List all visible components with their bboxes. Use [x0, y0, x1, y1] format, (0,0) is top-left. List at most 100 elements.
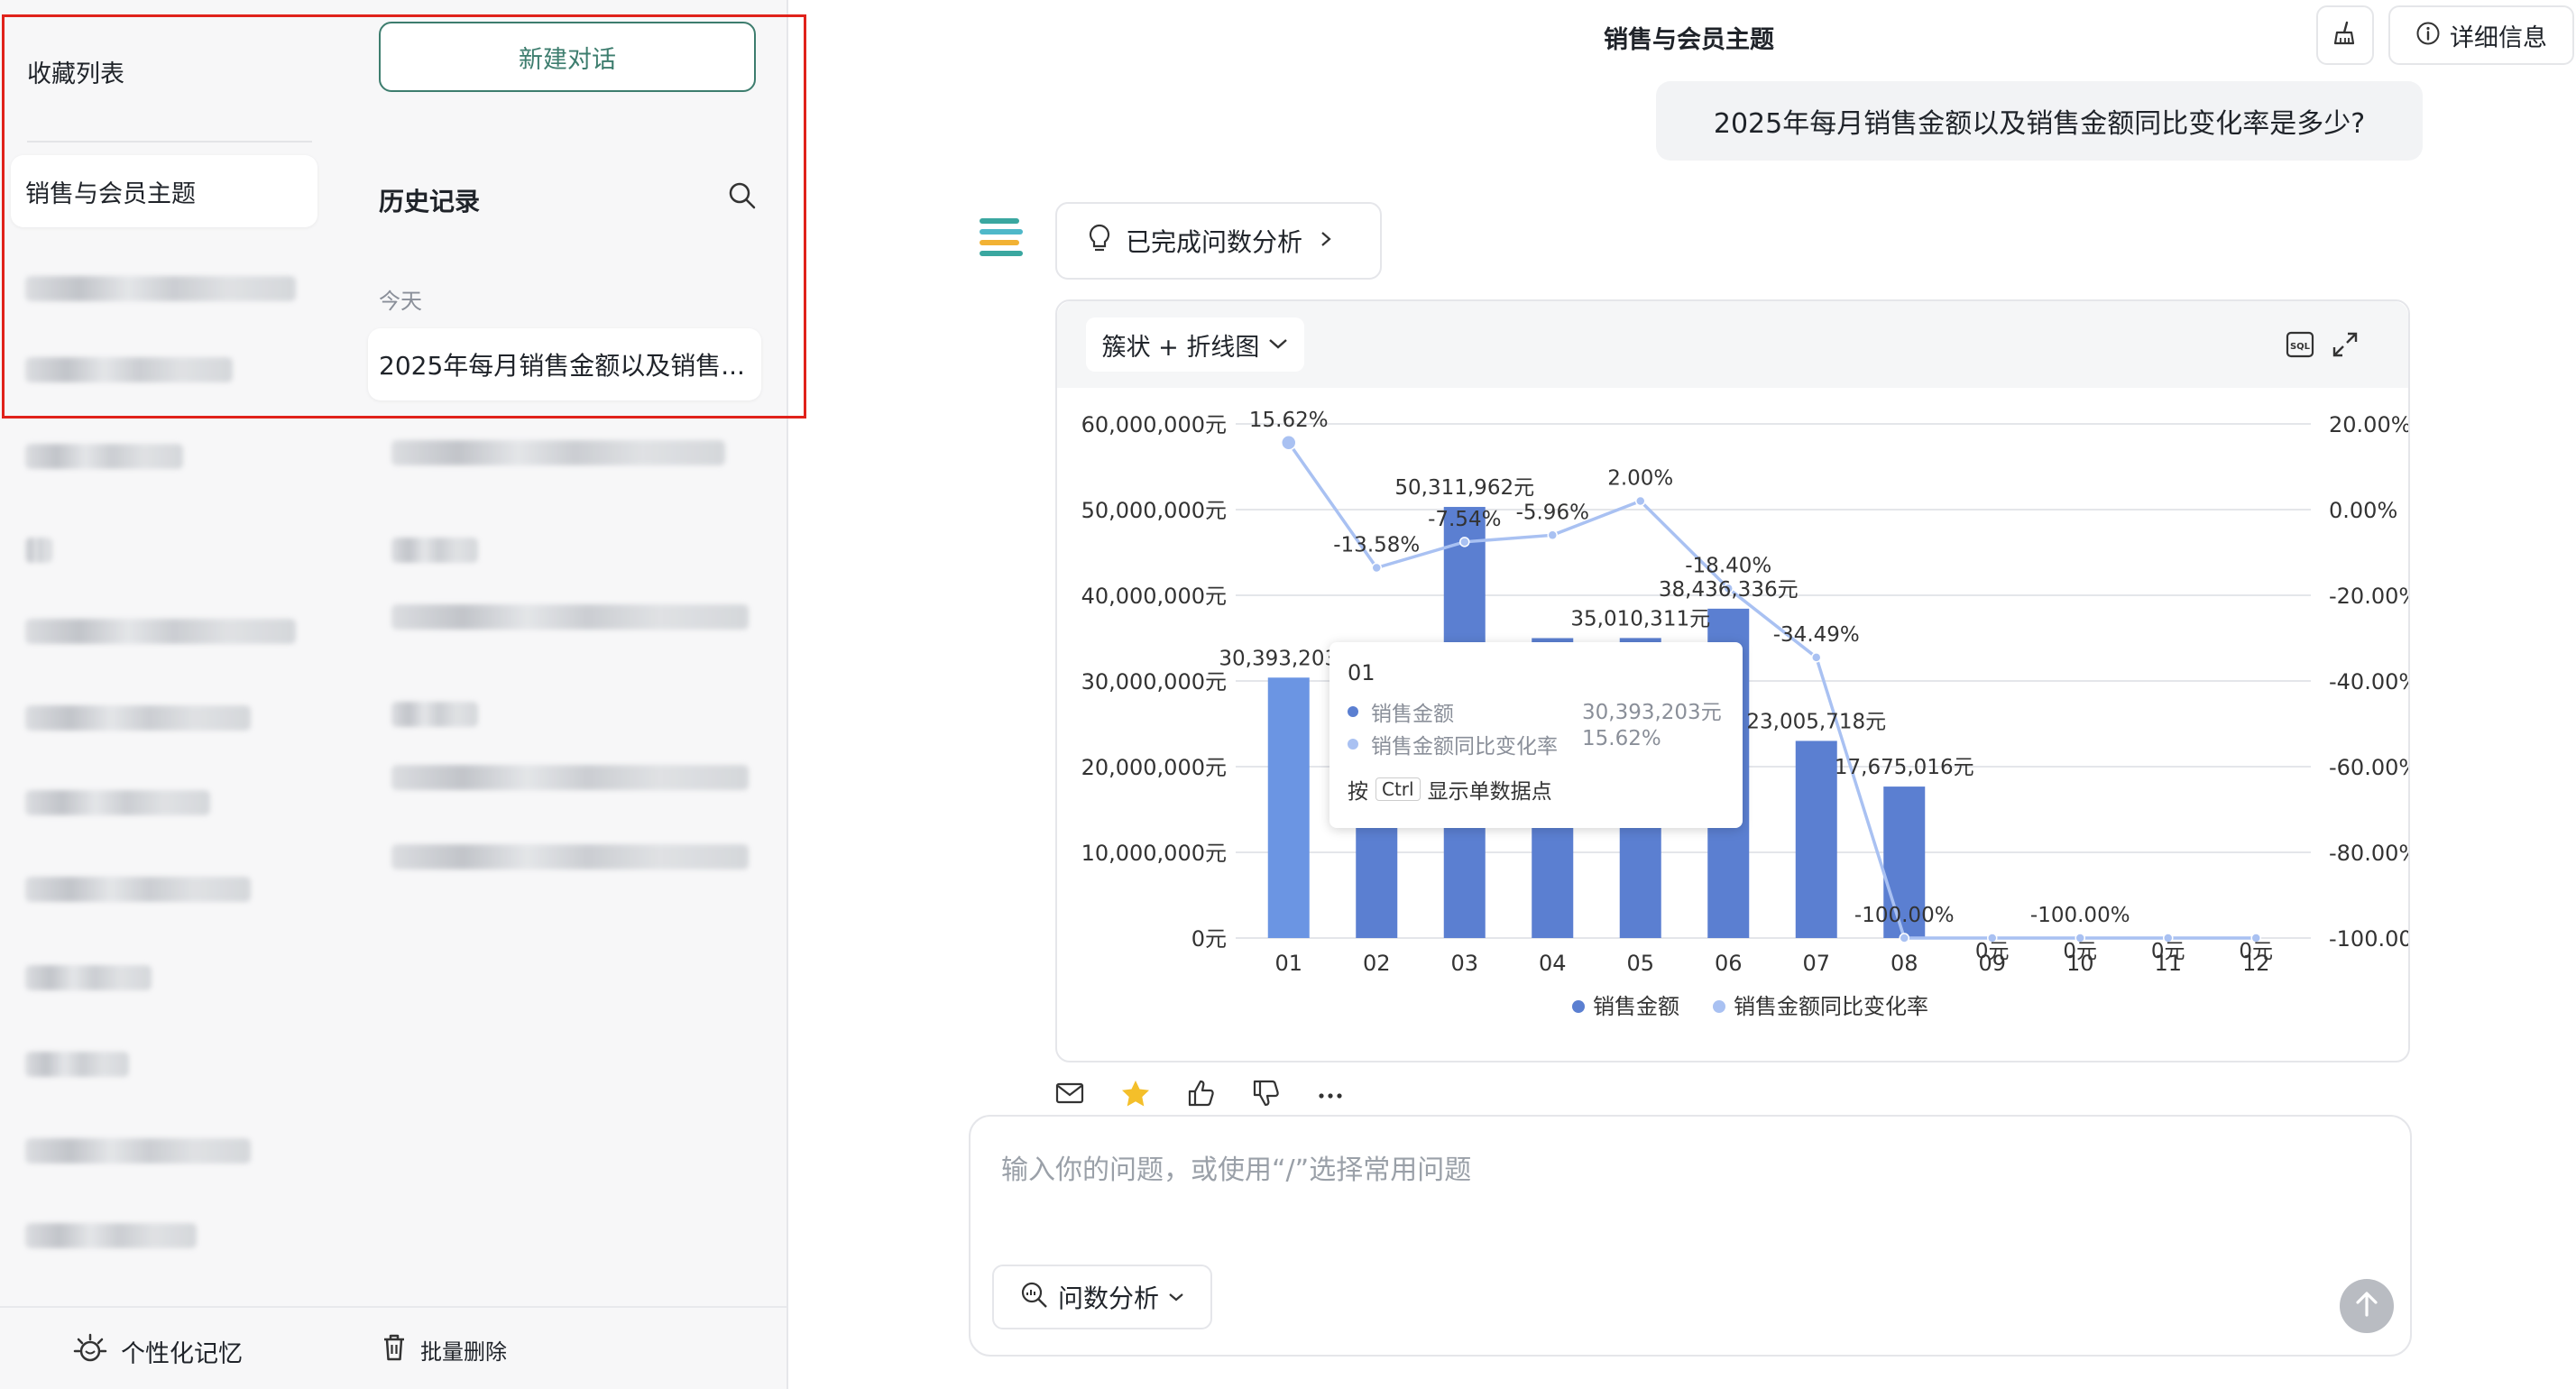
- x-axis-tick: 01: [1274, 951, 1302, 976]
- history-item-redacted[interactable]: [391, 844, 749, 869]
- favorites-footer: 个性化记忆: [0, 1306, 348, 1389]
- tooltip-row2-value: 15.62%: [1582, 727, 1661, 750]
- rate-point[interactable]: [1899, 933, 1909, 943]
- rate-point[interactable]: [1811, 652, 1822, 663]
- trash-icon: [381, 1333, 408, 1366]
- line-data-label: 15.62%: [1249, 409, 1329, 432]
- sql-icon[interactable]: SQL: [2286, 330, 2314, 363]
- history-group-today: 今天: [379, 289, 422, 314]
- favorite-item-redacted[interactable]: [25, 538, 52, 563]
- thumbs-up-icon[interactable]: [1187, 1079, 1216, 1111]
- favorite-item-redacted[interactable]: [25, 965, 152, 990]
- y-axis-right-tick: -100.00%: [2329, 926, 2408, 952]
- favorite-item-redacted[interactable]: [25, 1052, 129, 1077]
- expand-icon[interactable]: [2331, 330, 2360, 363]
- y-axis-right-tick: 0.00%: [2329, 498, 2397, 523]
- thumbs-down-icon[interactable]: [1252, 1079, 1281, 1111]
- y-axis-left-tick: 30,000,000元: [1081, 669, 1227, 694]
- line-data-label: 2.00%: [1607, 467, 1673, 491]
- y-axis-left-tick: 0元: [1191, 926, 1227, 952]
- rate-point[interactable]: [1371, 562, 1382, 574]
- chart-type-dropdown[interactable]: 簇状 + 折线图: [1086, 317, 1304, 372]
- mode-dropdown[interactable]: 问数分析: [992, 1265, 1212, 1329]
- line-data-label: -100.00%: [1854, 904, 1955, 927]
- broom-icon: [2332, 20, 2359, 51]
- bulk-delete-button[interactable]: 批量删除: [381, 1333, 507, 1366]
- favorite-item-redacted[interactable]: [25, 444, 183, 469]
- favorite-item-redacted[interactable]: [25, 357, 233, 382]
- page-title: 销售与会员主题: [1604, 26, 1774, 54]
- line-data-label: -5.96%: [1516, 501, 1589, 524]
- history-search-icon[interactable]: [727, 180, 758, 215]
- favorites-panel: 收藏列表 销售与会员主题 个性化记忆: [0, 0, 350, 1389]
- chat-input-box[interactable]: 输入你的问题，或使用“/”选择常用问题 问数分析: [969, 1115, 2412, 1357]
- line-data-label: -100.00%: [2030, 904, 2130, 927]
- bar-data-label: 23,005,718元: [1746, 710, 1886, 733]
- star-icon[interactable]: [1120, 1079, 1151, 1111]
- user-question-text: 2025年每月销售金额以及销售金额同比变化率是多少?: [1713, 108, 2366, 140]
- more-icon[interactable]: [1317, 1087, 1344, 1104]
- favorite-item-redacted[interactable]: [25, 790, 210, 815]
- x-axis-tick: 02: [1363, 951, 1391, 976]
- svg-text:SQL: SQL: [2290, 342, 2311, 352]
- mail-icon[interactable]: [1055, 1081, 1084, 1109]
- favorite-item-redacted[interactable]: [25, 705, 251, 731]
- legend-marker: [1572, 1000, 1585, 1013]
- message-actions: [1055, 1079, 1344, 1111]
- bar-data-label: 0元: [1975, 940, 2010, 963]
- history-item-redacted[interactable]: [391, 604, 749, 630]
- mode-label: 问数分析: [1057, 1283, 1159, 1313]
- search-data-icon: [1020, 1281, 1049, 1313]
- y-axis-left-tick: 20,000,000元: [1081, 755, 1227, 780]
- favorite-item-redacted[interactable]: [25, 276, 296, 301]
- analysis-status-label: 已完成问数分析: [1126, 227, 1303, 257]
- bar[interactable]: [1795, 740, 1837, 938]
- tooltip-row2-name: 销售金额同比变化率: [1371, 735, 1558, 759]
- favorite-item-active[interactable]: 销售与会员主题: [11, 155, 317, 227]
- assistant-avatar: [976, 215, 1026, 269]
- new-chat-button[interactable]: 新建对话: [379, 22, 756, 92]
- chart-tooltip: 01 销售金额 30,393,203元 销售金额同比变化率 15.62% 按 C…: [1329, 642, 1743, 828]
- memory-button[interactable]: 个性化记忆: [72, 1331, 243, 1371]
- rate-point[interactable]: [1635, 495, 1646, 507]
- tooltip-category: 01: [1348, 660, 1375, 685]
- x-axis-tick: 06: [1715, 951, 1743, 976]
- legend-label: 销售金额同比变化率: [1734, 994, 1928, 1019]
- tooltip-hint: 按 Ctrl 显示单数据点: [1348, 774, 1552, 805]
- y-axis-right-tick: -20.00%: [2329, 584, 2408, 609]
- history-item-redacted[interactable]: [391, 538, 478, 563]
- line-data-label: -34.49%: [1773, 623, 1860, 647]
- lightbulb-icon: [1088, 224, 1111, 258]
- clear-button[interactable]: [2316, 5, 2374, 65]
- x-axis-tick: 08: [1891, 951, 1918, 976]
- history-title: 历史记录: [379, 187, 481, 216]
- history-item-active[interactable]: 2025年每月销售金额以及销售...: [368, 328, 761, 400]
- chevron-down-icon: [1168, 1289, 1184, 1306]
- detail-info-button[interactable]: 详细信息: [2388, 5, 2574, 65]
- history-item-redacted[interactable]: [391, 765, 749, 790]
- send-button[interactable]: [2340, 1279, 2394, 1333]
- history-item-redacted[interactable]: [391, 440, 725, 465]
- rate-point[interactable]: [1459, 537, 1470, 547]
- bar[interactable]: [1267, 677, 1310, 938]
- chevron-right-icon: [1317, 230, 1335, 252]
- favorite-item-label: 销售与会员主题: [25, 179, 196, 208]
- bar-data-label: 50,311,962元: [1394, 476, 1534, 500]
- history-item-label: 2025年每月销售金额以及销售...: [379, 351, 745, 381]
- favorite-item-redacted[interactable]: [25, 619, 296, 644]
- favorite-item-redacted[interactable]: [25, 1223, 197, 1248]
- x-axis-tick: 04: [1539, 951, 1567, 976]
- rate-point[interactable]: [1281, 435, 1297, 451]
- bar-data-label: 0元: [2151, 940, 2185, 963]
- y-axis-right-tick: -40.00%: [2329, 669, 2408, 694]
- favorite-item-redacted[interactable]: [25, 877, 251, 902]
- chat-input-placeholder[interactable]: 输入你的问题，或使用“/”选择常用问题: [1001, 1147, 1471, 1187]
- y-axis-right-tick: -80.00%: [2329, 841, 2408, 866]
- analysis-status-button[interactable]: 已完成问数分析: [1055, 202, 1382, 280]
- divider: [27, 141, 312, 143]
- user-question-bubble: 2025年每月销售金额以及销售金额同比变化率是多少?: [1656, 81, 2423, 161]
- line-data-label: -7.54%: [1428, 508, 1501, 531]
- rate-point[interactable]: [1547, 529, 1558, 541]
- history-item-redacted[interactable]: [391, 702, 478, 727]
- favorite-item-redacted[interactable]: [25, 1138, 251, 1164]
